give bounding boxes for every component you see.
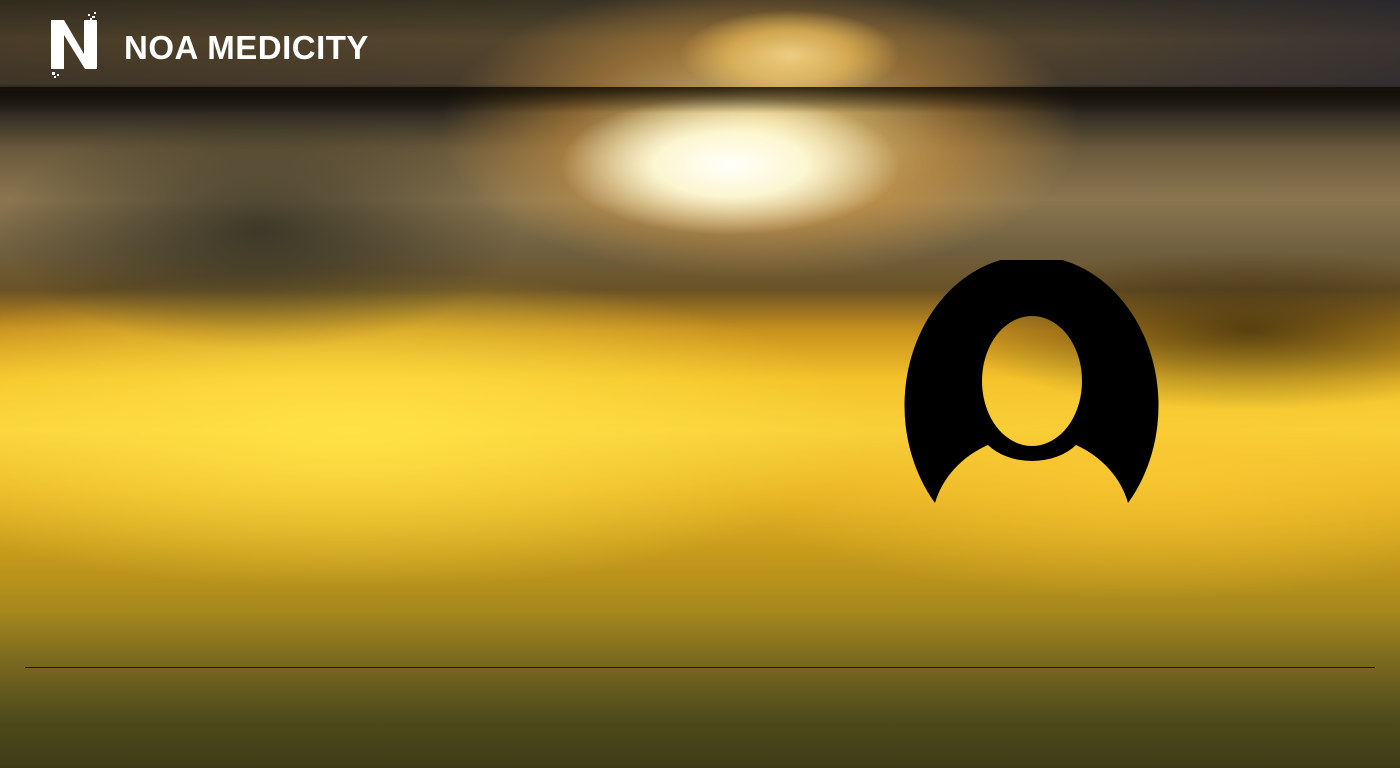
header-shadow [0, 87, 1400, 113]
login-screen: NOA MEDICITY [0, 0, 1400, 768]
brand-title: NOA MEDICITY [124, 29, 369, 66]
divider-line [25, 667, 1375, 668]
user-avatar-icon[interactable] [902, 260, 1162, 510]
noa-n-logo-icon [51, 12, 97, 78]
